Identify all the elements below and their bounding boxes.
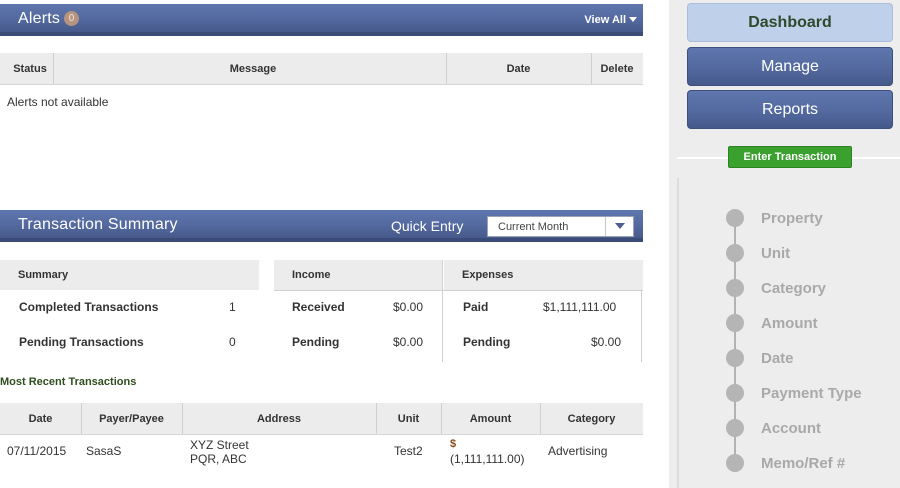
recent-col-unit[interactable]: Unit (376, 403, 441, 435)
recent-col-date[interactable]: Date (0, 403, 81, 435)
row-category: Advertising (548, 444, 608, 458)
expense-paid-label: Paid (463, 300, 489, 314)
row-amount-value: (1,111,111.00) (450, 452, 525, 466)
step-label: Category (761, 280, 827, 297)
step-dot-icon (726, 384, 744, 402)
expense-paid-value: $1,111,111.00 (543, 300, 617, 314)
summary-divider (442, 260, 443, 362)
view-all-label: View All (584, 14, 626, 26)
recent-col-amount[interactable]: Amount (441, 403, 540, 435)
summary-divider (274, 290, 643, 291)
completed-transactions-label: Completed Transactions (19, 300, 159, 314)
income-pending-value: $0.00 (393, 335, 424, 349)
recent-col-category[interactable]: Category (540, 403, 643, 435)
income-pending-label: Pending (292, 335, 340, 349)
transaction-summary-title: Transaction Summary (18, 216, 178, 233)
triangle-down-icon (615, 223, 625, 229)
step-label: Unit (761, 245, 791, 262)
transaction-steps: Property Unit Category Amount Date Payme… (677, 178, 900, 488)
step-label: Account (761, 420, 821, 437)
expense-pending-label: Pending (463, 335, 511, 349)
alerts-col-delete[interactable]: Delete (591, 53, 643, 84)
row-amount-symbol: $ (450, 438, 457, 450)
step-dot-icon (726, 419, 744, 437)
alerts-title-text: Alerts (18, 10, 61, 27)
alerts-count-badge: 0 (64, 11, 80, 26)
step-dot-icon (726, 244, 744, 262)
alerts-title: Alerts 0 (18, 10, 80, 28)
main-content: Alerts 0 View All Status Message Date Del… (0, 0, 643, 488)
alerts-header: Alerts 0 View All (0, 4, 643, 36)
step-dot-icon (726, 454, 744, 472)
alerts-empty-message: Alerts not available (7, 95, 109, 109)
row-payee: SasaS (86, 444, 122, 458)
sidebar: Dashboard Manage Reports Enter Transacti… (669, 0, 900, 488)
enter-transaction-button[interactable]: Enter Transaction (728, 146, 852, 168)
chevron-down-icon (629, 17, 637, 22)
step-label: Date (761, 350, 794, 367)
step-label: Property (761, 210, 823, 227)
step-label: Amount (761, 315, 818, 332)
recent-col-address[interactable]: Address (182, 403, 376, 435)
nav-dashboard-button[interactable]: Dashboard (687, 3, 893, 42)
income-received-value: $0.00 (393, 300, 424, 314)
recent-transactions-title: Most Recent Transactions (0, 376, 137, 388)
step-dot-icon (726, 314, 744, 332)
pending-transactions-label: Pending Transactions (19, 335, 144, 349)
period-select-value: Current Month (498, 221, 569, 233)
recent-transactions-header: Date Payer/Payee Address Unit Amount Cat… (0, 403, 643, 435)
alerts-col-date[interactable]: Date (446, 53, 591, 84)
row-address-line2: PQR, ABC (190, 452, 247, 466)
alerts-col-message[interactable]: Message (60, 53, 446, 84)
transaction-summary-header: Transaction Summary Quick Entry Current … (0, 210, 643, 242)
alerts-table-header: Status Message Date Delete (0, 53, 643, 85)
expenses-column-header: Expenses (444, 260, 643, 290)
step-dot-icon (726, 209, 744, 227)
view-all-dropdown[interactable]: View All (584, 14, 637, 26)
nav-reports-button[interactable]: Reports (687, 90, 893, 129)
recent-col-payee[interactable]: Payer/Payee (81, 403, 182, 435)
income-column-header: Income (274, 260, 442, 290)
period-select[interactable]: Current Month (487, 216, 634, 237)
step-dot-icon (726, 279, 744, 297)
period-select-toggle[interactable] (605, 217, 633, 236)
row-unit: Test2 (394, 444, 423, 458)
nav-manage-button[interactable]: Manage (687, 47, 893, 86)
quick-entry-label: Quick Entry (391, 218, 464, 234)
summary-column-header: Summary (0, 260, 259, 290)
row-date: 07/11/2015 (7, 444, 67, 458)
step-dot-icon (726, 349, 744, 367)
income-received-label: Received (292, 300, 345, 314)
summary-divider (641, 290, 642, 362)
pending-transactions-count: 0 (229, 335, 236, 349)
column-divider (53, 53, 54, 84)
completed-transactions-count: 1 (229, 300, 236, 314)
step-label: Memo/Ref # (761, 455, 846, 472)
step-label: Payment Type (761, 385, 862, 402)
alerts-col-status[interactable]: Status (0, 53, 60, 84)
expense-pending-value: $0.00 (591, 335, 622, 349)
row-address-line1: XYZ Street (190, 438, 249, 452)
